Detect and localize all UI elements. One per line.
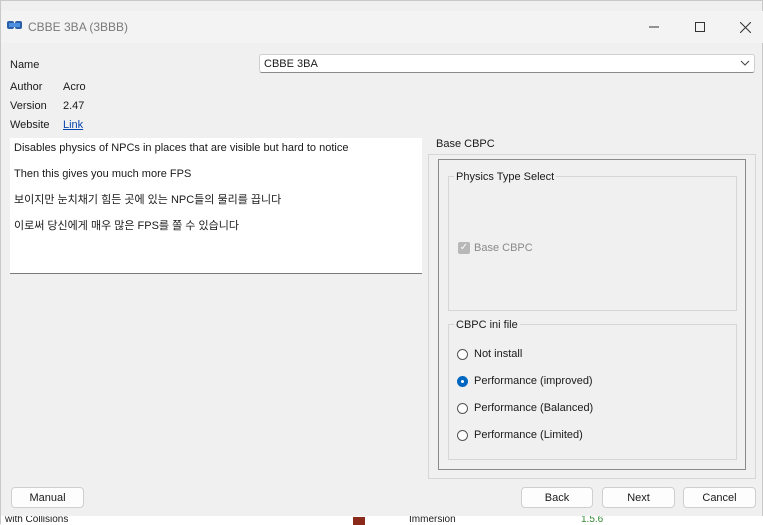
radio-selected-icon — [457, 375, 468, 387]
radio-label: Performance (Limited) — [474, 429, 583, 441]
minimize-icon — [649, 26, 659, 28]
name-dropdown[interactable]: CBBE 3BA — [259, 54, 755, 73]
cancel-button[interactable]: Cancel — [683, 487, 756, 508]
description-line: Then this gives you much more FPS — [14, 168, 192, 180]
base-group-title: Base CBPC — [436, 138, 495, 150]
minimize-button[interactable] — [631, 11, 677, 43]
website-label: Website — [10, 119, 50, 131]
radio-icon — [457, 402, 468, 414]
radio-icon — [457, 429, 468, 441]
version-label: Version — [10, 100, 47, 112]
maximize-icon — [695, 22, 705, 32]
description-textbox[interactable]: Disables physics of NPCs in places that … — [10, 138, 422, 274]
description-line: 보이지만 눈치채기 힘든 곳에 있는 NPC들의 물리를 끕니다 — [14, 194, 282, 206]
radio-label: Not install — [474, 348, 523, 360]
radio-performance-limited[interactable]: Performance (Limited) — [457, 427, 583, 443]
chevron-down-icon — [740, 56, 750, 73]
radio-label: Performance (improved) — [474, 375, 593, 387]
title-bar[interactable]: CBBE 3BA (3BBB) — [1, 11, 763, 43]
maximize-button[interactable] — [677, 11, 723, 43]
physics-type-title: Physics Type Select — [454, 171, 557, 183]
base-cbpc-checkbox-label: Base CBPC — [474, 242, 533, 254]
next-button[interactable]: Next — [602, 487, 675, 508]
installer-window: CBBE 3BA (3BBB) Name CBBE 3BA Author Acr… — [0, 0, 763, 525]
author-label: Author — [10, 81, 43, 93]
manual-button[interactable]: Manual — [11, 487, 84, 508]
close-icon — [739, 21, 751, 33]
description-line: 이로써 당신에게 매우 많은 FPS를 쫄 수 있습니다 — [14, 220, 239, 232]
author-value: Acro — [63, 81, 86, 93]
base-cbpc-checkbox[interactable]: ✓ Base CBPC — [458, 240, 533, 256]
ini-file-title: CBPC ini file — [454, 319, 520, 331]
name-dropdown-value: CBBE 3BA — [264, 58, 318, 70]
radio-performance-improved[interactable]: Performance (improved) — [457, 373, 593, 389]
radio-label: Performance (Balanced) — [474, 402, 594, 414]
name-label: Name — [10, 59, 40, 71]
app-icon — [7, 21, 22, 29]
back-button[interactable]: Back — [521, 487, 593, 508]
version-value: 2.47 — [63, 100, 85, 112]
window-title: CBBE 3BA (3BBB) — [28, 20, 129, 34]
radio-not-install[interactable]: Not install — [457, 346, 522, 362]
checkmark-icon: ✓ — [458, 242, 470, 254]
description-line: Disables physics of NPCs in places that … — [14, 142, 349, 154]
radio-performance-balanced[interactable]: Performance (Balanced) — [457, 400, 593, 416]
close-button[interactable] — [722, 11, 763, 43]
radio-icon — [457, 348, 468, 360]
website-link[interactable]: Link — [63, 119, 83, 131]
